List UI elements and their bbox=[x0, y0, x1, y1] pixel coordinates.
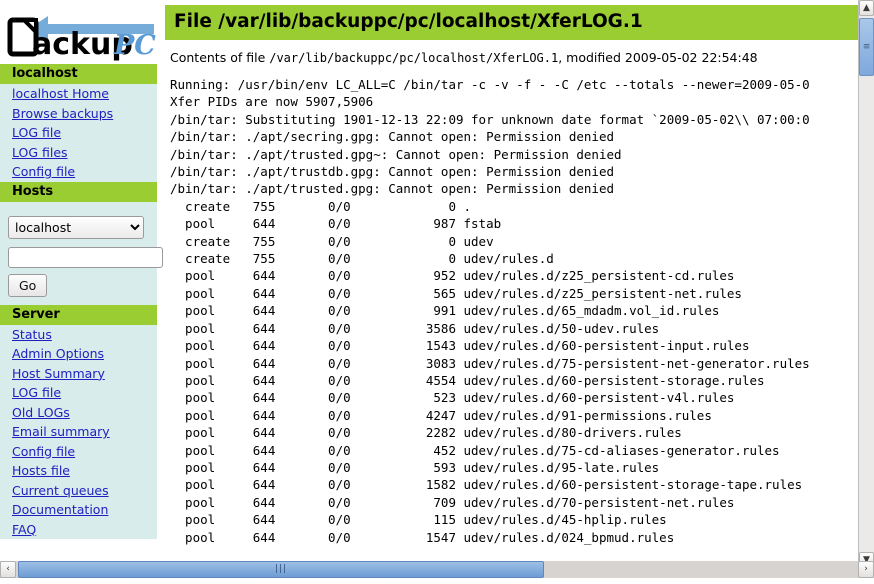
sidebar-link-documentation[interactable]: Documentation bbox=[0, 500, 157, 520]
host-select-row: localhost bbox=[0, 210, 157, 239]
horizontal-scrollbar[interactable]: ‹ ||| › bbox=[0, 561, 874, 578]
sidebar-link-browse-backups[interactable]: Browse backups bbox=[0, 104, 157, 124]
file-subtitle: Contents of file /var/lib/backuppc/pc/lo… bbox=[165, 40, 858, 65]
sidebar-link-host-config-file[interactable]: Config file bbox=[0, 162, 157, 182]
subtitle-modified: , modified 2009-05-02 22:54:48 bbox=[558, 50, 758, 65]
chevron-up-icon: ▲ bbox=[863, 2, 870, 13]
document-arrow-logo-icon: ackup PC bbox=[7, 16, 156, 62]
vertical-scroll-thumb[interactable]: ≡ bbox=[859, 18, 874, 76]
sidebar-link-server-config-file[interactable]: Config file bbox=[0, 442, 157, 462]
go-button-row: Go bbox=[0, 268, 157, 305]
sidebar-link-host-log-file[interactable]: LOG file bbox=[0, 123, 157, 143]
sidebar-heading-hosts: Hosts bbox=[0, 181, 157, 202]
sidebar-link-email-summary[interactable]: Email summary bbox=[0, 422, 157, 442]
horizontal-scroll-thumb[interactable]: ||| bbox=[18, 561, 544, 578]
sidebar-link-admin-options[interactable]: Admin Options bbox=[0, 344, 157, 364]
host-select[interactable]: localhost bbox=[8, 215, 144, 239]
scroll-left-button[interactable]: ‹ bbox=[0, 561, 16, 578]
subtitle-file-path: /var/lib/backuppc/pc/localhost/XferLOG.1 bbox=[269, 51, 559, 65]
scroll-right-button[interactable]: › bbox=[858, 561, 874, 578]
sidebar-heading-localhost: localhost bbox=[0, 64, 157, 84]
host-search-row bbox=[0, 239, 163, 268]
grip-icon: ||| bbox=[274, 564, 288, 574]
page-title: File /var/lib/backuppc/pc/localhost/Xfer… bbox=[165, 5, 858, 40]
sidebar-link-current-queues[interactable]: Current queues bbox=[0, 481, 157, 501]
sidebar-heading-server: Server bbox=[0, 304, 157, 325]
sidebar-link-localhost-home[interactable]: localhost Home bbox=[0, 84, 157, 104]
log-file-contents: Running: /usr/bin/env LC_ALL=C /bin/tar … bbox=[170, 77, 810, 545]
sidebar-link-hosts-file[interactable]: Hosts file bbox=[0, 461, 157, 481]
main-content: File /var/lib/backuppc/pc/localhost/Xfer… bbox=[165, 0, 858, 568]
sidebar-link-old-logs[interactable]: Old LOGs bbox=[0, 403, 157, 423]
subtitle-prefix: Contents of file bbox=[170, 50, 270, 65]
vertical-scrollbar[interactable]: ▲ ≡ ▼ bbox=[858, 0, 874, 568]
sidebar-link-status[interactable]: Status bbox=[0, 325, 157, 345]
sidebar-link-server-log-file[interactable]: LOG file bbox=[0, 383, 157, 403]
sidebar-link-faq[interactable]: FAQ bbox=[0, 520, 157, 540]
sidebar-link-host-log-files[interactable]: LOG files bbox=[0, 143, 157, 163]
sidebar-host-section: localhost localhost Home Browse backups … bbox=[0, 64, 163, 540]
sidebar-link-host-summary[interactable]: Host Summary bbox=[0, 364, 157, 384]
vertical-scroll-trough[interactable] bbox=[859, 16, 874, 552]
grip-icon: ≡ bbox=[862, 41, 871, 52]
go-button[interactable]: Go bbox=[8, 273, 48, 297]
sidebar: ackup PC localhost localhost Home Browse… bbox=[0, 0, 163, 568]
backuppc-logo[interactable]: ackup PC bbox=[0, 0, 157, 64]
host-search-input[interactable] bbox=[8, 246, 163, 268]
clipped-content-sliver bbox=[0, 578, 874, 584]
browser-viewport: ackup PC localhost localhost Home Browse… bbox=[0, 0, 874, 584]
chevron-left-icon: ‹ bbox=[6, 564, 10, 574]
scroll-up-button[interactable]: ▲ bbox=[859, 0, 874, 16]
clipped-log-line bbox=[170, 578, 874, 584]
svg-text:PC: PC bbox=[113, 30, 156, 61]
chevron-right-icon: › bbox=[864, 564, 868, 574]
page-content: ackup PC localhost localhost Home Browse… bbox=[0, 0, 858, 568]
